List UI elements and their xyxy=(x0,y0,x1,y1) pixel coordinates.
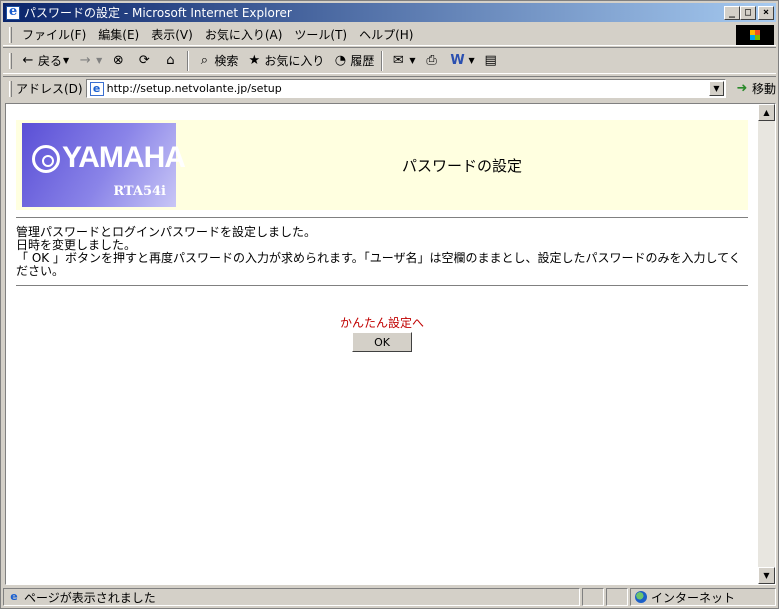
page-done-icon: e xyxy=(10,590,18,603)
status-pane xyxy=(606,588,628,606)
discuss-icon: ▤ xyxy=(484,52,497,68)
menu-help[interactable]: ヘルプ(H) xyxy=(353,26,419,43)
address-dropdown-icon[interactable]: ▼ xyxy=(708,81,724,96)
print-icon: ⎙ xyxy=(426,52,437,68)
favorites-icon: ★ xyxy=(248,52,261,68)
browser-window: パスワードの設定 - Microsoft Internet Explorer _… xyxy=(0,0,779,609)
page-header: YAMAHA RTA54i パスワードの設定 xyxy=(16,120,748,210)
back-dropdown-icon[interactable]: ▼ xyxy=(63,56,69,65)
menu-bar: ファイル(F) 編集(E) 表示(V) お気に入り(A) ツール(T) ヘルプ(… xyxy=(3,24,776,46)
menu-edit[interactable]: 編集(E) xyxy=(92,26,145,43)
history-label: 履歴 xyxy=(350,54,375,68)
back-label: 戻る xyxy=(38,54,63,68)
window-controls: _ □ × xyxy=(724,5,774,20)
vertical-scrollbar[interactable]: ▲ ▼ xyxy=(758,104,775,584)
history-icon: ◔ xyxy=(334,52,347,68)
menu-favorites[interactable]: お気に入り(A) xyxy=(199,26,289,43)
status-main: e ページが表示されました xyxy=(3,588,580,606)
refresh-icon: ⟳ xyxy=(138,52,150,68)
easy-setup-link[interactable]: かんたん設定へ xyxy=(16,314,748,331)
windows-logo-icon xyxy=(736,24,774,45)
yamaha-logo: YAMAHA RTA54i xyxy=(22,123,186,207)
menu-tools[interactable]: ツール(T) xyxy=(288,26,353,43)
maximize-button[interactable]: □ xyxy=(740,5,756,20)
mail-button[interactable]: ✉ ▼ xyxy=(386,50,419,72)
internet-zone-icon xyxy=(635,591,647,603)
forward-dropdown-icon[interactable]: ▼ xyxy=(96,56,102,65)
address-grip[interactable] xyxy=(9,80,12,97)
home-icon: ⌂ xyxy=(166,52,175,68)
stop-button[interactable]: ⊗ xyxy=(106,50,132,72)
search-button[interactable]: ⌕ 検索 xyxy=(192,50,242,72)
back-button[interactable]: ← 戻る ▼ xyxy=(16,50,73,72)
divider xyxy=(16,217,748,219)
message-block: 管理パスワードとログインパスワードを設定しました。 日時を変更しました。 「 O… xyxy=(16,226,748,278)
title-bar[interactable]: パスワードの設定 - Microsoft Internet Explorer _… xyxy=(3,3,776,22)
minimize-button[interactable]: _ xyxy=(724,5,740,20)
ie-app-icon xyxy=(6,4,20,20)
toolbar-separator xyxy=(187,50,190,71)
go-arrow-icon: ➜ xyxy=(736,80,748,96)
tuning-fork-emblem-icon xyxy=(32,145,60,173)
address-label: アドレス(D) xyxy=(16,82,83,96)
scroll-down-icon[interactable]: ▼ xyxy=(758,567,775,584)
toolbar-separator xyxy=(381,50,384,71)
zone-label: インターネット xyxy=(651,590,736,605)
model-name: RTA54i xyxy=(113,184,166,199)
history-button[interactable]: ◔ 履歴 xyxy=(328,50,378,72)
action-area: かんたん設定へ OK xyxy=(16,314,748,352)
menu-file[interactable]: ファイル(F) xyxy=(16,26,92,43)
status-pane xyxy=(582,588,604,606)
page-content: YAMAHA RTA54i パスワードの設定 管理パスワードとログインパスワード… xyxy=(16,120,748,352)
zone-pane: インターネット xyxy=(630,588,776,606)
page-viewport: YAMAHA RTA54i パスワードの設定 管理パスワードとログインパスワード… xyxy=(5,103,776,585)
word-edit-icon: W xyxy=(450,52,465,68)
address-url[interactable]: http://setup.netvolante.jp/setup xyxy=(107,82,282,95)
home-button[interactable]: ⌂ xyxy=(158,50,184,72)
mail-icon: ✉ xyxy=(392,52,404,68)
standard-toolbar: ← 戻る ▼ → ▼ ⊗ ⟳ ⌂ ⌕ 検索 ★ お気に入り ◔ 履歴 ✉ ▼ ⎙… xyxy=(3,47,776,74)
menu-grip[interactable] xyxy=(9,26,12,43)
page-title: パスワードの設定 xyxy=(401,156,522,175)
forward-button[interactable]: → ▼ xyxy=(73,50,106,72)
go-button[interactable]: ➜ 移動 xyxy=(734,80,776,97)
refresh-button[interactable]: ⟳ xyxy=(132,50,158,72)
status-text: ページが表示されました xyxy=(24,590,156,605)
window-title: パスワードの設定 - Microsoft Internet Explorer xyxy=(24,6,292,20)
brand-name: YAMAHA xyxy=(62,141,186,174)
menu-view[interactable]: 表示(V) xyxy=(145,26,199,43)
page-icon: e xyxy=(89,81,104,96)
search-label: 検索 xyxy=(214,54,239,68)
back-arrow-icon: ← xyxy=(22,52,34,68)
ok-button[interactable]: OK xyxy=(352,332,412,352)
stop-icon: ⊗ xyxy=(112,52,124,68)
go-label: 移動 xyxy=(751,82,776,96)
close-button[interactable]: × xyxy=(758,5,774,20)
message-line: 「 OK 」ボタンを押すと再度パスワードの入力が求められます。「ユーザ名」は空欄… xyxy=(16,251,741,278)
scroll-up-icon[interactable]: ▲ xyxy=(758,104,775,121)
favorites-button[interactable]: ★ お気に入り xyxy=(242,50,328,72)
edit-button[interactable]: W ▼ xyxy=(446,50,479,72)
edit-dropdown-icon[interactable]: ▼ xyxy=(469,56,475,65)
favorites-label: お気に入り xyxy=(264,54,325,68)
print-button[interactable]: ⎙ xyxy=(420,50,446,72)
discuss-button[interactable]: ▤ xyxy=(479,50,505,72)
search-icon: ⌕ xyxy=(200,52,208,68)
mail-dropdown-icon[interactable]: ▼ xyxy=(409,56,415,65)
address-input[interactable]: e http://setup.netvolante.jp/setup ▼ xyxy=(85,79,726,98)
forward-arrow-icon: → xyxy=(79,52,91,68)
address-bar: アドレス(D) e http://setup.netvolante.jp/set… xyxy=(3,76,776,100)
toolbar-grip[interactable] xyxy=(9,52,12,69)
status-bar: e ページが表示されました インターネット xyxy=(3,587,776,607)
divider xyxy=(16,285,748,287)
